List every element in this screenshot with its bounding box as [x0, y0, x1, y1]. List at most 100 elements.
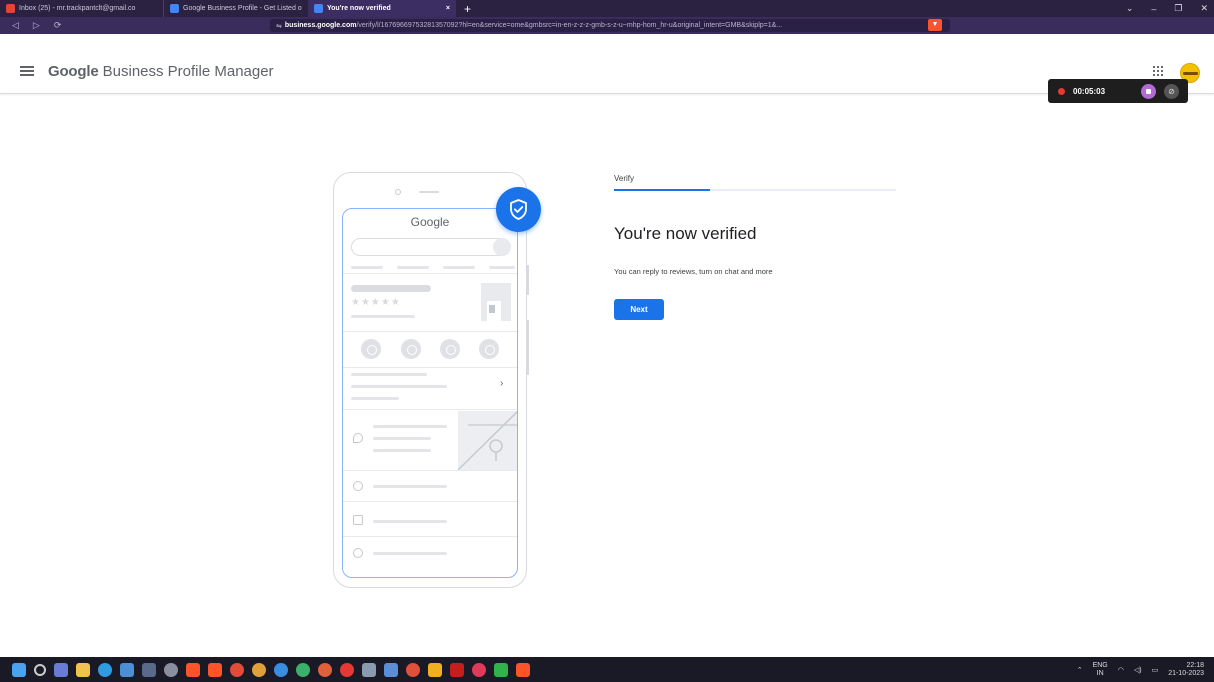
screen-divider: [343, 536, 517, 537]
remote-desktop-icon[interactable]: [384, 662, 398, 677]
mic-muted-icon[interactable]: ⊘: [1164, 83, 1179, 99]
start-icon[interactable]: [12, 662, 26, 677]
chevron-right-icon: ›: [500, 378, 504, 389]
tab-label: Google Business Profile - Get Listed o: [183, 5, 302, 12]
app-icon[interactable]: [142, 662, 156, 677]
stop-recording-button[interactable]: [1141, 83, 1156, 99]
search-icon[interactable]: [34, 663, 46, 676]
phone-icon: [353, 515, 363, 525]
restore-button[interactable]: ❐: [1174, 3, 1182, 14]
screen-tab-bar: [443, 266, 475, 269]
wifi-icon[interactable]: ◠: [1118, 666, 1124, 674]
business-profile-icon: [314, 4, 323, 13]
clock[interactable]: 22:18 21-10-2023: [1168, 662, 1204, 678]
brave-shields-icon[interactable]: ▼: [928, 19, 942, 31]
settings-icon[interactable]: [164, 662, 178, 677]
brave-icon[interactable]: [516, 662, 530, 677]
brave-icon[interactable]: [186, 662, 200, 677]
page-description: You can reply to reviews, turn on chat a…: [614, 267, 773, 276]
language-indicator[interactable]: ENG IN: [1093, 662, 1108, 678]
page-title: You're now verified: [614, 224, 757, 243]
language-code: ENG: [1092, 661, 1108, 669]
site-settings-icon[interactable]: ⇋: [276, 22, 282, 30]
window-controls: ⌄ – ❐ ✕: [1126, 0, 1208, 17]
chrome-icon[interactable]: [296, 662, 310, 677]
step-label: Verify: [614, 174, 635, 183]
screen-divider: [343, 409, 517, 410]
app-icon[interactable]: [406, 662, 420, 677]
battery-icon[interactable]: ▭: [1152, 666, 1159, 674]
reload-icon[interactable]: ⟳: [54, 20, 62, 31]
save-icon: [440, 339, 460, 359]
verify-progress-fill: [614, 189, 710, 191]
edge-icon[interactable]: [98, 662, 112, 677]
screen-title-bar: [351, 285, 431, 292]
website-icon: [479, 339, 499, 359]
screen-text-bar: [351, 397, 399, 400]
forward-icon[interactable]: ▷: [33, 20, 40, 31]
call-icon: [361, 339, 381, 359]
recording-indicator-icon: [1058, 87, 1065, 95]
phone-side-button: [526, 320, 529, 375]
gmail-icon: [6, 4, 15, 13]
verified-shield-icon: [496, 187, 541, 232]
chrome-icon[interactable]: [318, 662, 332, 677]
address-bar-row: ◁ ▷ ⟳ ⇋ business.google.com /verify/l/16…: [0, 17, 1214, 48]
close-window-button[interactable]: ✕: [1200, 3, 1208, 14]
screen-tab-bar: [351, 266, 383, 269]
record-app-icon[interactable]: [340, 662, 354, 677]
screen-text-bar: [373, 520, 447, 523]
calculator-icon[interactable]: [362, 662, 376, 677]
tab-gmail[interactable]: Inbox (25) - mr.trackpantclt@gmail.co: [0, 0, 163, 17]
product-name: Business Profile Manager: [98, 63, 274, 80]
volume-icon[interactable]: ◁): [1134, 666, 1142, 674]
screen-rating-stars: ★★★★★: [351, 297, 401, 308]
tray-overflow-chevron-icon[interactable]: ⌃: [1077, 666, 1083, 674]
screen-text-bar: [373, 449, 431, 452]
file-explorer-icon[interactable]: [76, 662, 90, 677]
netflix-icon[interactable]: [450, 662, 464, 677]
close-tab-icon[interactable]: ×: [446, 5, 450, 12]
screen-tab-bar: [397, 266, 429, 269]
windows-taskbar: ⌃ ENG IN ◠ ◁) ▭ 22:18 21-10-2023: [0, 657, 1214, 682]
business-profile-icon: [170, 4, 179, 13]
store-icon[interactable]: [120, 662, 134, 677]
hamburger-menu-icon[interactable]: [20, 66, 34, 76]
verify-progress-bar: [614, 189, 896, 191]
google-apps-icon[interactable]: [1152, 65, 1164, 77]
back-icon[interactable]: ◁: [12, 20, 19, 31]
brave-icon[interactable]: [208, 662, 222, 677]
product-title[interactable]: Google Business Profile Manager: [48, 63, 274, 80]
system-tray: ⌃ ENG IN ◠ ◁) ▭ 22:18 21-10-2023: [1077, 657, 1204, 682]
screen-tab-bar: [489, 266, 515, 269]
tab-label: Inbox (25) - mr.trackpantclt@gmail.co: [19, 5, 136, 12]
sticky-notes-icon[interactable]: [428, 662, 442, 677]
screen-text-bar: [373, 552, 447, 555]
chat-icon[interactable]: [494, 662, 508, 677]
minimize-button[interactable]: –: [1151, 4, 1156, 14]
screen-text-bar: [351, 373, 427, 376]
clock-time: 22:18: [1186, 661, 1204, 669]
recording-timer: 00:05:03: [1073, 86, 1106, 96]
map-thumbnail: [458, 411, 517, 470]
new-tab-button[interactable]: +: [464, 2, 471, 16]
chrome-icon[interactable]: [252, 662, 266, 677]
screen-recorder-widget: 00:05:03 ⊘: [1048, 79, 1188, 103]
directions-icon: [401, 339, 421, 359]
url-bar[interactable]: ⇋ business.google.com /verify/l/16769669…: [270, 19, 950, 32]
next-button[interactable]: Next: [614, 299, 664, 320]
tab-list-chevron-icon[interactable]: ⌄: [1126, 3, 1134, 14]
pinterest-icon[interactable]: [472, 662, 486, 677]
screen-text-bar: [373, 425, 447, 428]
phone-screen: Google ★★★★★ ›: [342, 208, 518, 578]
chrome-icon[interactable]: [274, 662, 288, 677]
screen-text-bar: [373, 485, 447, 488]
task-view-icon[interactable]: [54, 662, 68, 677]
screen-divider: [343, 331, 517, 332]
browser-tab-strip: Inbox (25) - mr.trackpantclt@gmail.co Go…: [0, 0, 1214, 17]
chrome-icon[interactable]: [230, 662, 244, 677]
tab-verified-active[interactable]: You're now verified ×: [308, 0, 456, 17]
nav-controls: ◁ ▷ ⟳: [12, 20, 61, 31]
tab-business-profile[interactable]: Google Business Profile - Get Listed o: [163, 0, 308, 17]
screen-google-wordmark: Google: [410, 215, 450, 229]
